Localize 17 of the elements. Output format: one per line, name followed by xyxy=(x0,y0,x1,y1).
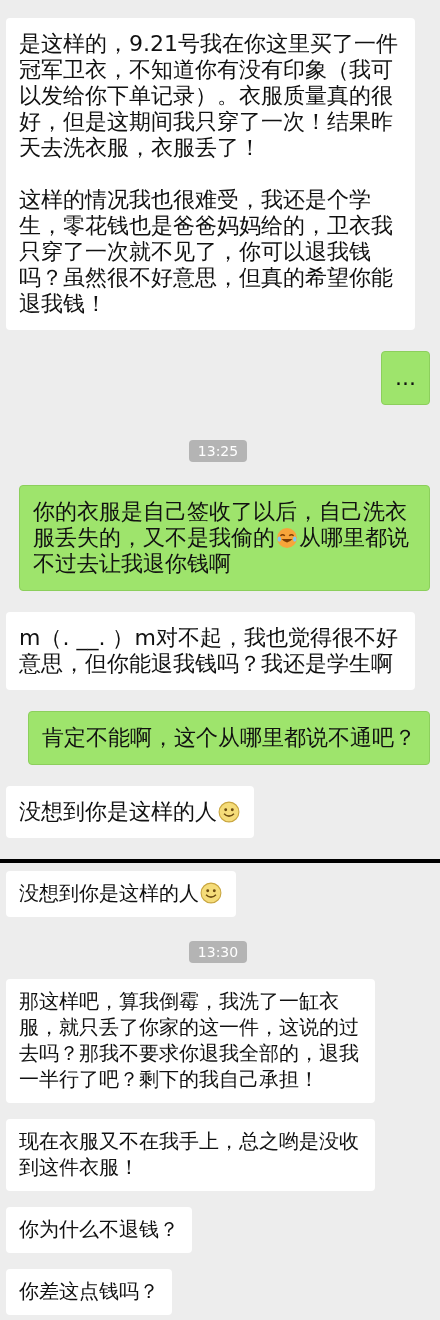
message-text: 你差这点钱吗？ xyxy=(19,1279,159,1305)
timestamp: 13:30 xyxy=(188,941,248,963)
timestamp: 13:25 xyxy=(188,440,248,462)
message-text: 你的衣服是自己签收了以后，自己洗衣服丢失的，又不是我偷的 从哪里都说不过去让我退你钱啊 xyxy=(33,499,411,577)
smiley-icon xyxy=(218,801,240,823)
message-text: m（. __. ）m对不起，我也觉得很不好意思，但你能退我钱吗？我还是学生啊 xyxy=(19,625,399,677)
smiley-icon xyxy=(200,882,222,904)
message-text: 现在衣服又不在我手上，总之哟是没收到这件衣服！ xyxy=(19,1129,360,1181)
message-text: 你为什么不退钱？ xyxy=(19,1217,179,1243)
message-text: 没想到你是这样的人 xyxy=(19,799,241,825)
message-text: 这样的情况我也很难受，我还是个学生，零花钱也是爸爸妈妈给的，卫衣我只穿了一次就不见了，你可以退我钱吗？虽然很不好意思，但真的希望你能退我钱！ xyxy=(19,187,394,317)
message-text: 那这样吧，算我倒霉，我洗了一缸衣服，就只丢了你家的这一件，这说的过去吗？那我不要求你退我全部的，退我一半行了吧？剩下的我自己承担！ xyxy=(19,989,360,1093)
message-text: ... xyxy=(395,365,416,391)
message-text: 没想到你是这样的人 xyxy=(19,881,223,907)
message-text: 是这样的，9.21号我在你这里买了一件冠军卫衣，不知道你有没有印象（我可以发给你下单记录）。衣服质量真的很好，但是这期间我只穿了一次！结果昨天去洗衣服，衣服丢了！ xyxy=(19,31,399,161)
message-text: 肯定不能啊，这个从哪里都说不通吧？ xyxy=(42,725,416,751)
laughing-face-icon xyxy=(276,527,299,549)
